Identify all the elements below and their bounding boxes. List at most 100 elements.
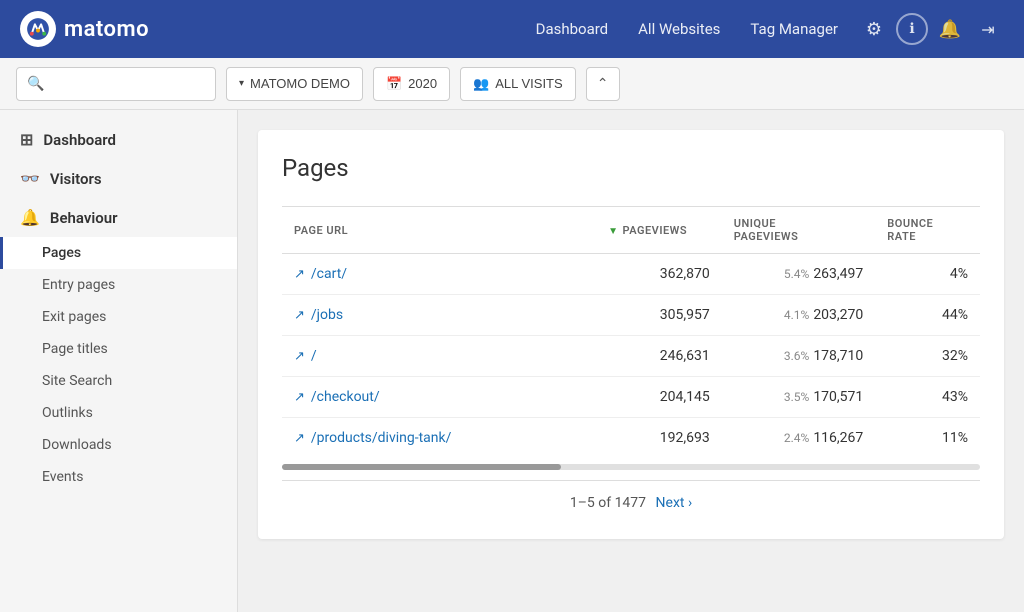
downloads-label: Downloads xyxy=(42,437,112,453)
url-link-4[interactable]: /products/diving-tank/ xyxy=(311,430,452,446)
chevron-up-icon: ⌃ xyxy=(597,76,609,92)
pagination: 1–5 of 1477 Next › xyxy=(282,481,980,515)
unique-cell-1: 4.1%203,270 xyxy=(722,295,876,336)
sidebar-sub-entry-pages[interactable]: Entry pages xyxy=(0,269,237,301)
site-filter-button[interactable]: ▾ MATOMO DEMO xyxy=(226,67,363,101)
grid-icon: ⊞ xyxy=(20,130,33,149)
unique-cell-4: 2.4%116,267 xyxy=(722,418,876,459)
external-link-icon: ↗ xyxy=(294,431,305,446)
unique-cell-2: 3.6%178,710 xyxy=(722,336,876,377)
pageviews-cell-2: 246,631 xyxy=(596,336,722,377)
users-icon: 👥 xyxy=(473,76,489,92)
url-cell-3: ↗ /checkout/ xyxy=(282,377,596,418)
info-icon[interactable]: ℹ xyxy=(896,13,928,45)
outlinks-label: Outlinks xyxy=(42,405,93,421)
sidebar-sub-events[interactable]: Events xyxy=(0,461,237,493)
logo-area[interactable]: matomo xyxy=(20,11,149,47)
th-bounce-rate: BOUNCERATE xyxy=(875,207,980,254)
nav-tag-manager[interactable]: Tag Manager xyxy=(750,20,838,38)
signout-icon[interactable]: ⇥ xyxy=(972,13,1004,45)
segment-filter-button[interactable]: 👥 ALL VISITS xyxy=(460,67,576,101)
search-input[interactable] xyxy=(50,76,205,91)
search-icon: 🔍 xyxy=(27,76,44,92)
sidebar-visitors-label: Visitors xyxy=(50,170,102,188)
top-navigation: matomo Dashboard All Websites Tag Manage… xyxy=(0,0,1024,58)
external-link-icon: ↗ xyxy=(294,267,305,282)
nav-all-websites[interactable]: All Websites xyxy=(638,20,720,38)
th-unique-pageviews: UNIQUEPAGEVIEWS xyxy=(722,207,876,254)
sidebar-sub-exit-pages[interactable]: Exit pages xyxy=(0,301,237,333)
pageviews-cell-0: 362,870 xyxy=(596,254,722,295)
url-link-1[interactable]: /jobs xyxy=(311,307,343,323)
sidebar-item-visitors[interactable]: 👓 Visitors xyxy=(0,159,237,198)
segment-filter-label: ALL VISITS xyxy=(495,76,562,91)
url-link-2[interactable]: / xyxy=(311,348,317,364)
behaviour-icon: 🔔 xyxy=(20,208,40,227)
page-titles-label: Page titles xyxy=(42,341,108,357)
sidebar-sub-downloads[interactable]: Downloads xyxy=(0,429,237,461)
collapse-button[interactable]: ⌃ xyxy=(586,67,620,101)
logo-text: matomo xyxy=(64,17,149,42)
url-link-3[interactable]: /checkout/ xyxy=(311,389,380,405)
sidebar-item-behaviour[interactable]: 🔔 Behaviour xyxy=(0,198,237,237)
table-row: ↗ /checkout/ 204,145 3.5%170,571 43% xyxy=(282,377,980,418)
site-filter-label: MATOMO DEMO xyxy=(250,76,350,91)
url-cell-1: ↗ /jobs xyxy=(282,295,596,336)
sidebar: ⊞ Dashboard 👓 Visitors 🔔 Behaviour Pages… xyxy=(0,110,238,612)
logo-icon xyxy=(20,11,56,47)
pagination-range: 1–5 of 1477 xyxy=(570,495,646,511)
horizontal-scrollbar[interactable] xyxy=(282,458,980,481)
pct-2: 3.6% xyxy=(784,349,809,363)
pct-4: 2.4% xyxy=(784,431,809,445)
url-cell-2: ↗ / xyxy=(282,336,596,377)
sidebar-sub-outlinks[interactable]: Outlinks xyxy=(0,397,237,429)
table-header: PAGE URL ▼PAGEVIEWS UNIQUEPAGEVIEWS BOUN… xyxy=(282,207,980,254)
pages-label: Pages xyxy=(42,245,81,261)
unique-cell-3: 3.5%170,571 xyxy=(722,377,876,418)
table-body: ↗ /cart/ 362,870 5.4%263,497 4% ↗ /jobs … xyxy=(282,254,980,459)
date-filter-label: 2020 xyxy=(408,76,437,91)
exit-pages-label: Exit pages xyxy=(42,309,106,325)
url-link-0[interactable]: /cart/ xyxy=(311,266,347,282)
date-filter-button[interactable]: 📅 2020 xyxy=(373,67,450,101)
nav-icons: ⚙ ℹ 🔔 ⇥ xyxy=(858,13,1004,45)
unique-cell-0: 5.4%263,497 xyxy=(722,254,876,295)
main-content: Pages PAGE URL ▼PAGEVIEWS UNIQUEPAGEVIEW… xyxy=(238,110,1024,612)
sort-arrow-icon: ▼ xyxy=(608,226,618,237)
table-row: ↗ / 246,631 3.6%178,710 32% xyxy=(282,336,980,377)
next-link[interactable]: Next › xyxy=(656,495,693,511)
pages-table: PAGE URL ▼PAGEVIEWS UNIQUEPAGEVIEWS BOUN… xyxy=(282,206,980,458)
sidebar-behaviour-label: Behaviour xyxy=(50,209,118,227)
url-cell-4: ↗ /products/diving-tank/ xyxy=(282,418,596,459)
pct-1: 4.1% xyxy=(784,308,809,322)
table-row: ↗ /products/diving-tank/ 192,693 2.4%116… xyxy=(282,418,980,459)
site-search-label: Site Search xyxy=(42,373,112,389)
url-cell-0: ↗ /cart/ xyxy=(282,254,596,295)
search-box[interactable]: 🔍 xyxy=(16,67,216,101)
subheader: 🔍 ▾ MATOMO DEMO 📅 2020 👥 ALL VISITS ⌃ xyxy=(0,58,1024,110)
page-title: Pages xyxy=(282,154,980,182)
visitors-icon: 👓 xyxy=(20,169,40,188)
external-link-icon: ↗ xyxy=(294,308,305,323)
bounce-cell-0: 4% xyxy=(875,254,980,295)
bounce-cell-3: 43% xyxy=(875,377,980,418)
bounce-cell-1: 44% xyxy=(875,295,980,336)
th-page-url: PAGE URL xyxy=(282,207,596,254)
sidebar-sub-page-titles[interactable]: Page titles xyxy=(0,333,237,365)
nav-dashboard[interactable]: Dashboard xyxy=(536,20,609,38)
sidebar-item-dashboard[interactable]: ⊞ Dashboard xyxy=(0,120,237,159)
sidebar-sub-pages[interactable]: Pages xyxy=(0,237,237,269)
gear-icon[interactable]: ⚙ xyxy=(858,13,890,45)
th-pageviews[interactable]: ▼PAGEVIEWS xyxy=(596,207,722,254)
external-link-icon: ↗ xyxy=(294,349,305,364)
table-row: ↗ /cart/ 362,870 5.4%263,497 4% xyxy=(282,254,980,295)
sidebar-sub-site-search[interactable]: Site Search xyxy=(0,365,237,397)
main-layout: ⊞ Dashboard 👓 Visitors 🔔 Behaviour Pages… xyxy=(0,110,1024,612)
calendar-icon: 📅 xyxy=(386,76,402,92)
bounce-cell-4: 11% xyxy=(875,418,980,459)
content-card: Pages PAGE URL ▼PAGEVIEWS UNIQUEPAGEVIEW… xyxy=(258,130,1004,539)
bell-icon[interactable]: 🔔 xyxy=(934,13,966,45)
sidebar-dashboard-label: Dashboard xyxy=(43,131,116,149)
entry-pages-label: Entry pages xyxy=(42,277,115,293)
bounce-cell-2: 32% xyxy=(875,336,980,377)
